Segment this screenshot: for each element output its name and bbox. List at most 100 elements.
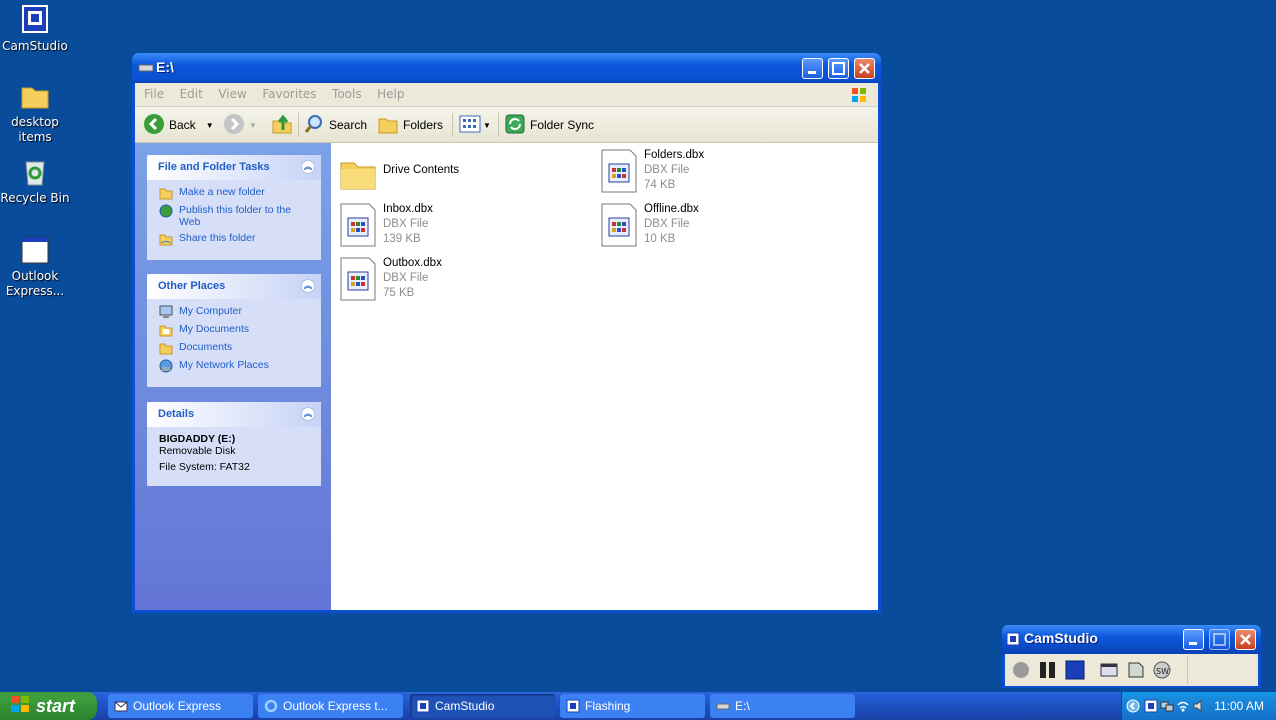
collapse-chevron-icon[interactable]: ︽ [301, 279, 315, 293]
forward-button[interactable]: ▼ [223, 113, 257, 136]
documents-link[interactable]: Documents [159, 341, 311, 355]
camstudio-titlebar[interactable]: CamStudio [1002, 625, 1261, 654]
menu-view[interactable]: View [212, 83, 252, 105]
menu-help[interactable]: Help [371, 83, 410, 105]
menu-file[interactable]: File [138, 83, 170, 105]
toolbar-separator [498, 113, 499, 137]
make-new-folder-link[interactable]: Make a new folder [159, 186, 311, 200]
swf-icon[interactable]: SW [1152, 660, 1172, 683]
file-item-offline-dbx[interactable]: Offline.dbx DBX File 10 KB [600, 202, 699, 247]
desktop-icon-desktop-items[interactable]: desktop items [0, 80, 70, 145]
pause-icon[interactable] [1038, 660, 1058, 683]
globe-icon [159, 204, 173, 218]
panel-header[interactable]: Details ︽ [147, 402, 321, 427]
tray-camstudio-icon[interactable] [1144, 699, 1158, 716]
search-icon [303, 113, 325, 138]
share-folder-link[interactable]: Share this folder [159, 232, 311, 246]
close-button[interactable] [854, 58, 875, 79]
file-size: 139 KB [383, 233, 421, 245]
task-label: CamStudio [435, 699, 495, 713]
back-dropdown-icon[interactable]: ▼ [206, 121, 214, 130]
taskbar-item-camstudio[interactable]: CamStudio [410, 694, 555, 718]
publish-folder-link[interactable]: Publish this folder to the Web [159, 204, 311, 228]
dbx-file-icon [339, 202, 377, 247]
menu-edit[interactable]: Edit [174, 83, 209, 105]
folder-sync-label: Folder Sync [530, 118, 595, 132]
start-button[interactable]: start [0, 692, 97, 720]
tray-network-icon[interactable] [1160, 699, 1174, 716]
explorer-titlebar[interactable]: E:\ [132, 53, 881, 83]
dbx-file-icon [339, 256, 377, 301]
camstudio-maximize-button[interactable] [1209, 629, 1230, 650]
camstudio-app-icon [1006, 632, 1020, 649]
menu-tools[interactable]: Tools [326, 83, 368, 105]
file-item-folders-dbx[interactable]: Folders.dbx DBX File 74 KB [600, 148, 704, 193]
maximize-button[interactable] [828, 58, 849, 79]
windows-logo-icon [850, 86, 868, 107]
up-folder-button[interactable] [271, 114, 293, 136]
system-tray: 11:00 AM [1121, 692, 1276, 720]
file-name: Drive Contents [383, 164, 460, 176]
my-documents-link[interactable]: My Documents [159, 323, 311, 337]
panel-header[interactable]: Other Places ︽ [147, 274, 321, 299]
task-pane: File and Folder Tasks ︽ Make a new folde… [135, 143, 331, 610]
documents-folder-icon [159, 323, 173, 337]
taskbar-item-flashing[interactable]: Flashing [560, 694, 705, 718]
file-type: DBX File [644, 218, 690, 230]
collapse-chevron-icon[interactable]: ︽ [301, 160, 315, 174]
file-item-drive-contents[interactable]: Drive Contents [339, 153, 459, 197]
minimize-button[interactable] [802, 58, 823, 79]
internet-explorer-icon [264, 699, 278, 713]
stop-icon[interactable] [1065, 660, 1085, 683]
my-computer-link[interactable]: My Computer [159, 305, 311, 319]
outlook-express-icon [114, 699, 128, 713]
clock[interactable]: 11:00 AM [1214, 699, 1264, 713]
file-name: Inbox.dbx [383, 203, 433, 215]
folder-sync-button[interactable]: Folder Sync [504, 114, 594, 136]
forward-dropdown-icon: ▼ [249, 120, 257, 130]
search-button[interactable]: Search [303, 114, 367, 136]
file-folder-tasks-panel: File and Folder Tasks ︽ Make a new folde… [147, 155, 321, 260]
camstudio-title: CamStudio [1024, 630, 1098, 646]
drive-icon [138, 62, 154, 77]
menu-favorites[interactable]: Favorites [256, 83, 322, 105]
dbx-file-icon [600, 202, 638, 247]
file-type: DBX File [383, 272, 429, 284]
tray-wireless-icon[interactable] [1176, 699, 1190, 716]
link-label: Share this folder [179, 232, 256, 244]
back-button[interactable]: Back ▼ [143, 113, 214, 136]
desktop-icon-camstudio[interactable]: CamStudio [0, 4, 70, 54]
camstudio-minimize-button[interactable] [1183, 629, 1204, 650]
link-label: Publish this folder to the Web [179, 204, 292, 228]
tray-volume-icon[interactable] [1192, 699, 1206, 716]
window-title: E:\ [156, 59, 174, 75]
file-item-outbox-dbx[interactable]: Outbox.dbx DBX File 75 KB [339, 256, 442, 301]
link-label: My Network Places [179, 359, 269, 371]
file-item-inbox-dbx[interactable]: Inbox.dbx DBX File 139 KB [339, 202, 433, 247]
desktop-icon-label: Outlook Express... [5, 269, 65, 298]
taskbar-item-ie-outlook-express[interactable]: Outlook Express t... [258, 694, 403, 718]
my-network-places-link[interactable]: My Network Places [159, 359, 311, 373]
panel-header[interactable]: File and Folder Tasks ︽ [147, 155, 321, 180]
region-icon[interactable] [1099, 660, 1119, 683]
options-icon[interactable] [1126, 660, 1146, 683]
explorer-window: E:\ File Edit View Favorites Tools Help … [132, 53, 881, 613]
desktop-icon-outlook-express[interactable]: Outlook Express... [0, 234, 70, 299]
link-label: Make a new folder [179, 186, 265, 198]
camstudio-close-button[interactable] [1235, 629, 1256, 650]
taskbar-item-drive-e[interactable]: E:\ [710, 694, 855, 718]
folder-icon [339, 153, 377, 197]
collapse-chevron-icon[interactable]: ︽ [301, 407, 315, 421]
network-icon [159, 359, 173, 373]
recycle-bin-icon [19, 156, 51, 188]
toolbar: Back ▼ ▼ Search Folders ▼ Folder Sync [135, 107, 878, 143]
panel-title: Details [158, 408, 195, 420]
record-icon[interactable] [1011, 660, 1031, 683]
tray-expand-icon[interactable] [1126, 699, 1140, 716]
folders-button[interactable]: Folders [377, 114, 443, 136]
file-size: 74 KB [644, 179, 676, 191]
desktop-icon-recycle-bin[interactable]: Recycle Bin [0, 156, 70, 206]
link-label: My Computer [179, 305, 243, 317]
views-button[interactable]: ▼ [459, 114, 491, 136]
taskbar-item-outlook-express[interactable]: Outlook Express [108, 694, 253, 718]
